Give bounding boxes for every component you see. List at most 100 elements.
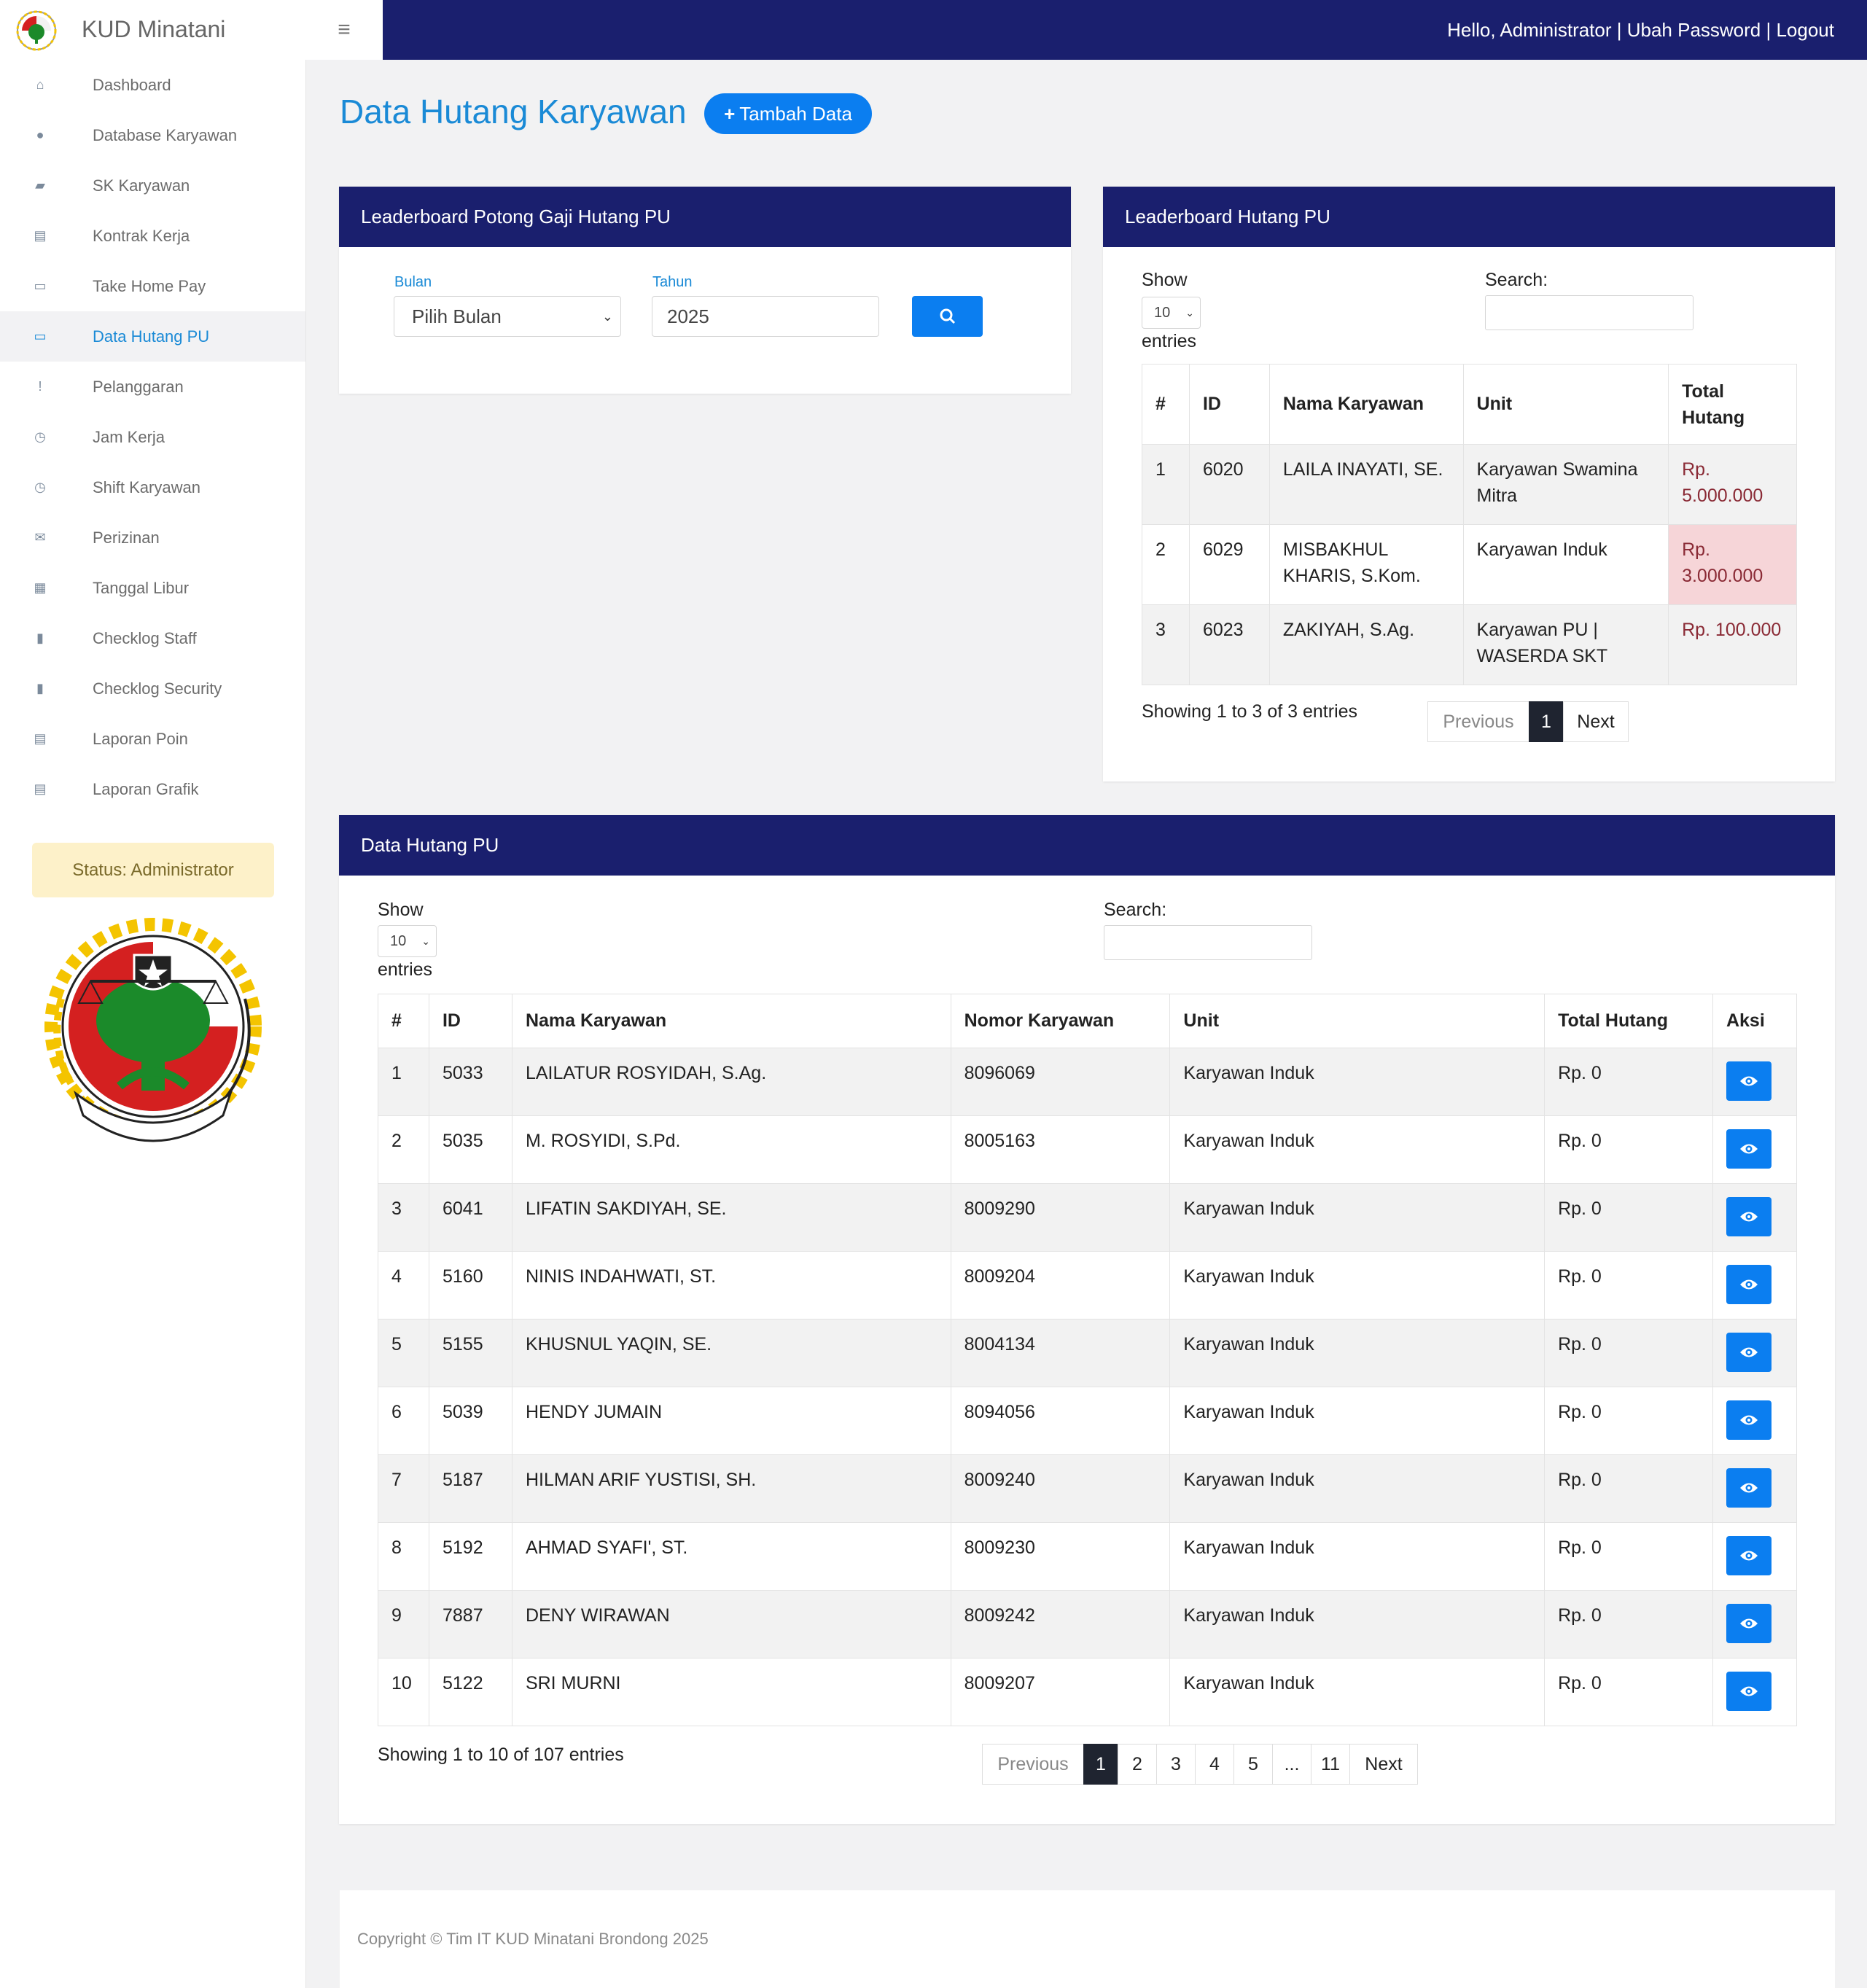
table-cell: Karyawan PU | WASERDA SKT [1462, 604, 1669, 685]
col-header[interactable]: ID [428, 994, 512, 1048]
table-cell: 5122 [428, 1658, 512, 1726]
month-select[interactable]: Pilih Bulan ⌄ [394, 296, 621, 337]
col-header[interactable]: Nomor Karyawan [950, 994, 1171, 1048]
table-cell: ZAKIYAH, S.Ag. [1268, 604, 1464, 685]
table-cell: 8009207 [950, 1658, 1171, 1726]
previous-button[interactable]: Previous [982, 1744, 1084, 1785]
action-cell [1712, 1251, 1798, 1320]
envelope-icon: ✉ [34, 530, 46, 545]
sidebar-item-checklog-security[interactable]: ▮ Checklog Security [0, 663, 305, 714]
eye-icon [1739, 1347, 1758, 1357]
eye-icon [1739, 1212, 1758, 1222]
add-data-button[interactable]: + Tambah Data [704, 93, 872, 134]
koperasi-logo-icon [16, 10, 57, 51]
col-header[interactable]: # [378, 994, 429, 1048]
show-label: Show [1142, 270, 1188, 290]
sidebar-item-pelanggaran[interactable]: ! Pelanggaran [0, 362, 305, 412]
sidebar-item-shift-karyawan[interactable]: ◷ Shift Karyawan [0, 462, 305, 512]
page-button[interactable]: 5 [1233, 1744, 1273, 1785]
sidebar-item-label: Laporan Poin [93, 729, 188, 748]
page-button[interactable]: 1 [1529, 701, 1564, 742]
sidebar-item-laporan-poin[interactable]: ▤ Laporan Poin [0, 714, 305, 764]
col-header[interactable]: Nama Karyawan [511, 994, 951, 1048]
col-header[interactable]: # [1142, 364, 1190, 445]
data-card: Data Hutang PU Show 10 ⌄ entries Search:… [339, 815, 1835, 1824]
sidebar-item-kontrak-kerja[interactable]: ▤ Kontrak Kerja [0, 211, 305, 261]
status-badge: Status: Administrator [32, 843, 274, 897]
view-button[interactable] [1726, 1536, 1771, 1575]
view-button[interactable] [1726, 1604, 1771, 1643]
sidebar-item-laporan-grafik[interactable]: ▤ Laporan Grafik [0, 764, 305, 814]
sidebar-item-label: Perizinan [93, 528, 160, 547]
table-cell: 6029 [1188, 524, 1270, 605]
table-cell: NINIS INDAHWATI, ST. [511, 1251, 951, 1320]
table-cell: Karyawan Induk [1169, 1183, 1546, 1252]
col-header[interactable]: Aksi [1712, 994, 1798, 1048]
sidebar-item-perizinan[interactable]: ✉ Perizinan [0, 512, 305, 563]
sidebar-item-take-home-pay[interactable]: ▭ Take Home Pay [0, 261, 305, 311]
table-cell: Rp. 100.000 [1668, 604, 1797, 685]
col-header[interactable]: Nama Karyawan [1268, 364, 1464, 445]
view-button[interactable] [1726, 1265, 1771, 1304]
col-header[interactable]: ID [1188, 364, 1270, 445]
sidebar-item-jam-kerja[interactable]: ◷ Jam Kerja [0, 412, 305, 462]
table-cell: 8004134 [950, 1319, 1171, 1387]
col-header[interactable]: Total Hutang [1668, 364, 1797, 445]
page-button[interactable]: 2 [1118, 1744, 1157, 1785]
view-button[interactable] [1726, 1468, 1771, 1508]
view-button[interactable] [1726, 1400, 1771, 1440]
chevron-down-icon: ⌄ [421, 935, 430, 947]
next-button[interactable]: Next [1563, 701, 1629, 742]
col-header[interactable]: Total Hutang [1544, 994, 1713, 1048]
data-search-input[interactable] [1104, 925, 1312, 960]
sidebar-item-data-hutang-pu[interactable]: ▭ Data Hutang PU [0, 311, 305, 362]
table-cell: 8009230 [950, 1522, 1171, 1591]
table-row: 3 6023 ZAKIYAH, S.Ag. Karyawan PU | WASERDA… [1142, 604, 1797, 685]
col-header[interactable]: Unit [1462, 364, 1669, 445]
leaderboard-search-input[interactable] [1485, 295, 1693, 330]
page-length-select[interactable]: 10 ⌄ [378, 925, 437, 957]
clock-icon: ◷ [34, 429, 46, 444]
page-button[interactable]: 4 [1195, 1744, 1234, 1785]
topbar: Hello, Administrator | Ubah Password | L… [383, 0, 1867, 60]
page-button[interactable]: 3 [1156, 1744, 1196, 1785]
sidebar-item-checklog-staff[interactable]: ▮ Checklog Staff [0, 613, 305, 663]
table-cell: Karyawan Induk [1169, 1048, 1546, 1116]
sidebar-item-tanggal-libur[interactable]: ▦ Tanggal Libur [0, 563, 305, 613]
view-button[interactable] [1726, 1672, 1771, 1711]
year-input[interactable]: 2025 [652, 296, 879, 337]
view-button[interactable] [1726, 1129, 1771, 1169]
sidebar-item-sk-karyawan[interactable]: ▰ SK Karyawan [0, 160, 305, 211]
table-cell: M. ROSYIDI, S.Pd. [511, 1115, 951, 1184]
table-cell: 5039 [428, 1387, 512, 1455]
user-links[interactable]: Hello, Administrator | Ubah Password | L… [1447, 19, 1834, 42]
table-row: 5 5155 KHUSNUL YAQIN, SE. 8004134 Karyawan I… [378, 1319, 1798, 1387]
next-button[interactable]: Next [1349, 1744, 1418, 1785]
table-cell: 5155 [428, 1319, 512, 1387]
sidebar-item-label: Jam Kerja [93, 427, 165, 446]
brand-name: KUD Minatani [82, 16, 226, 42]
table-cell: Karyawan Induk [1169, 1658, 1546, 1726]
table-cell: 6023 [1188, 604, 1270, 685]
table-cell: Rp. 0 [1544, 1387, 1713, 1455]
table-cell: HENDY JUMAIN [511, 1387, 951, 1455]
sidebar-item-dashboard[interactable]: ⌂ Dashboard [0, 60, 305, 110]
page-button[interactable]: 1 [1083, 1744, 1118, 1785]
sidebar-toggle[interactable]: ≡ [305, 0, 383, 60]
page-length-select[interactable]: 10 ⌄ [1142, 297, 1201, 329]
month-select-value: Pilih Bulan [412, 305, 502, 327]
view-button[interactable] [1726, 1333, 1771, 1372]
filter-search-button[interactable] [912, 296, 983, 337]
leaderboard-card-title: Leaderboard Hutang PU [1103, 187, 1835, 247]
leaderboard-pagination: Previous 1 Next [1427, 701, 1629, 742]
previous-button[interactable]: Previous [1427, 701, 1529, 742]
view-button[interactable] [1726, 1197, 1771, 1236]
table-cell: Karyawan Induk [1462, 524, 1669, 605]
brand[interactable]: KUD Minatani [0, 0, 305, 60]
eye-icon [1739, 1618, 1758, 1629]
view-button[interactable] [1726, 1061, 1771, 1101]
page-button[interactable]: 11 [1311, 1744, 1350, 1785]
table-cell: 6041 [428, 1183, 512, 1252]
col-header[interactable]: Unit [1169, 994, 1546, 1048]
sidebar-item-database-karyawan[interactable]: ● Database Karyawan [0, 110, 305, 160]
